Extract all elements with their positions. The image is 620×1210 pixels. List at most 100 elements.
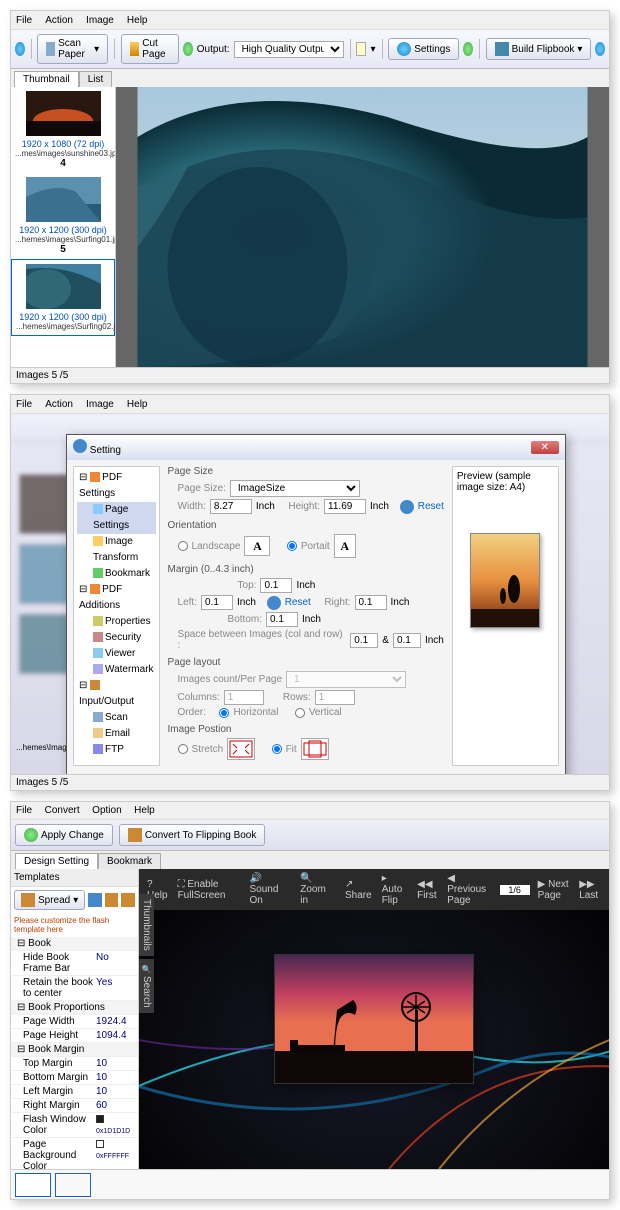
tree-bookmark[interactable]: Bookmark [77, 566, 156, 582]
info-icon[interactable] [15, 42, 25, 56]
preview-slot[interactable] [55, 1173, 91, 1197]
menu-image[interactable]: Image [86, 399, 114, 410]
cut-page-button[interactable]: Cut Page [121, 34, 179, 64]
export-icon[interactable] [105, 893, 119, 907]
info-icon[interactable] [463, 42, 473, 56]
chevron-down-icon[interactable]: ▾ [370, 44, 375, 55]
width-input[interactable] [210, 499, 252, 514]
tab-thumbnail[interactable]: Thumbnail [14, 71, 79, 87]
property-row[interactable]: ⊟ Book Margin [11, 1043, 138, 1057]
tab-design-setting[interactable]: Design Setting [15, 853, 98, 869]
reset-link[interactable]: Reset [418, 501, 444, 512]
flipbook-page[interactable] [274, 954, 474, 1084]
import-icon[interactable] [121, 893, 135, 907]
thumb-item[interactable]: 1920 x 1200 (300 dpi) ...hemes\images\Su… [11, 173, 115, 259]
property-row[interactable]: Left Margin10 [11, 1085, 138, 1099]
zoom-button[interactable]: 🔍 Zoom in [300, 873, 335, 906]
tree-input-output[interactable]: ⊟ Input/Output [77, 678, 156, 710]
thumb-item[interactable]: 1920 x 1080 (72 dpi) ...mes\images\sunsh… [11, 87, 115, 173]
build-flipbook-button[interactable]: Build Flipbook▾ [486, 38, 592, 60]
tree-security[interactable]: Security [77, 630, 156, 646]
height-input[interactable] [324, 499, 366, 514]
thumbnail-pane[interactable]: 1920 x 1080 (72 dpi) ...mes\images\sunsh… [11, 87, 116, 367]
menu-action[interactable]: Action [45, 399, 73, 410]
info-icon[interactable] [183, 42, 193, 56]
tree-properties[interactable]: Properties [77, 614, 156, 630]
help-icon[interactable] [595, 42, 605, 56]
menu-help[interactable]: Help [134, 805, 155, 816]
close-button[interactable]: ✕ [531, 441, 559, 454]
dialog-titlebar[interactable]: Setting ✕ [67, 435, 565, 460]
property-row[interactable]: Bottom Margin10 [11, 1071, 138, 1085]
bottom-input[interactable] [266, 612, 298, 627]
reset-icon[interactable] [400, 500, 414, 514]
fullscreen-button[interactable]: ⛶ Enable FullScreen [178, 879, 240, 901]
property-row[interactable]: Top Margin10 [11, 1057, 138, 1071]
property-row[interactable]: Page Height1094.4 [11, 1029, 138, 1043]
property-row[interactable]: Hide Book Frame BarNo [11, 951, 138, 976]
share-button[interactable]: ↗ Share [345, 879, 372, 901]
last-button[interactable]: ▶▶ Last [579, 879, 601, 901]
menu-file[interactable]: File [16, 15, 32, 26]
scan-paper-button[interactable]: Scan Paper▾ [37, 34, 108, 64]
side-tab-search[interactable]: 🔍 Search [139, 959, 154, 1013]
landscape-radio[interactable] [178, 541, 188, 551]
horizontal-radio[interactable] [219, 708, 229, 718]
tree-image-transform[interactable]: Image Transform [77, 534, 156, 566]
sound-button[interactable]: 🔊 Sound On [249, 873, 290, 906]
thumb-item[interactable]: 1920 x 1200 (300 dpi) ...hemes\images\Su… [11, 259, 115, 336]
tree-pdf-additions[interactable]: ⊟ PDF Additions [77, 582, 156, 614]
tab-list[interactable]: List [79, 71, 113, 87]
side-tab-thumbnails[interactable]: Thumbnails [139, 894, 154, 956]
tree-scan[interactable]: Scan [77, 710, 156, 726]
menu-help[interactable]: Help [127, 399, 148, 410]
page-input[interactable] [500, 885, 530, 895]
page-size-select[interactable]: ImageSize [230, 480, 360, 497]
left-input[interactable] [201, 595, 233, 610]
tree-email[interactable]: Email [77, 726, 156, 742]
apply-change-button[interactable]: Apply Change [15, 824, 113, 846]
top-input[interactable] [260, 578, 292, 593]
color-swatch[interactable] [356, 42, 366, 56]
fit-radio[interactable] [272, 744, 282, 754]
property-row[interactable]: Page Background Color0xFFFFFF [11, 1138, 138, 1169]
portrait-radio[interactable] [287, 541, 297, 551]
convert-button[interactable]: Convert To Flipping Book [119, 824, 266, 846]
stretch-radio[interactable] [178, 744, 188, 754]
space-row-input[interactable] [393, 633, 421, 648]
space-col-input[interactable] [350, 633, 378, 648]
property-row[interactable]: ⊟ Book [11, 937, 138, 951]
menu-action[interactable]: Action [45, 15, 73, 26]
right-input[interactable] [355, 595, 387, 610]
menu-option[interactable]: Option [92, 805, 121, 816]
reset-icon[interactable] [267, 596, 281, 610]
menu-file[interactable]: File [16, 399, 32, 410]
autoflip-button[interactable]: ▸ Auto Flip [382, 873, 409, 906]
prev-button[interactable]: ◀ Previous Page [447, 873, 491, 906]
tree-viewer[interactable]: Viewer [77, 646, 156, 662]
tree-ftp[interactable]: FTP [77, 742, 156, 758]
tree-pdf-settings[interactable]: ⊟ PDF Settings [77, 470, 156, 502]
next-button[interactable]: ▶ Next Page [538, 879, 572, 901]
menu-image[interactable]: Image [86, 15, 114, 26]
tab-bookmark[interactable]: Bookmark [98, 853, 161, 869]
images-per-select[interactable]: 1 [286, 671, 406, 688]
reset-link[interactable]: Reset [285, 597, 311, 608]
preview-slot[interactable] [15, 1173, 51, 1197]
save-template-icon[interactable] [88, 893, 102, 907]
first-button[interactable]: ◀◀ First [417, 879, 439, 901]
settings-tree[interactable]: ⊟ PDF Settings Page Settings Image Trans… [73, 466, 160, 766]
tree-page-settings[interactable]: Page Settings [77, 502, 156, 534]
property-row[interactable]: Right Margin60 [11, 1099, 138, 1113]
property-row[interactable]: Retain the book to centerYes [11, 976, 138, 1001]
output-select[interactable]: High Quality Output [234, 41, 344, 58]
property-row[interactable]: Page Width1924.4 [11, 1015, 138, 1029]
property-row[interactable]: ⊟ Book Proportions [11, 1001, 138, 1015]
menu-convert[interactable]: Convert [45, 805, 80, 816]
settings-button[interactable]: Settings [388, 38, 459, 60]
tree-watermark[interactable]: Watermark [77, 662, 156, 678]
vertical-radio[interactable] [295, 708, 305, 718]
properties-pane[interactable]: Templates Spread ▾ Please customize the … [11, 869, 139, 1169]
menu-help[interactable]: Help [127, 15, 148, 26]
property-row[interactable]: Flash Window Color0x1D1D1D [11, 1113, 138, 1138]
